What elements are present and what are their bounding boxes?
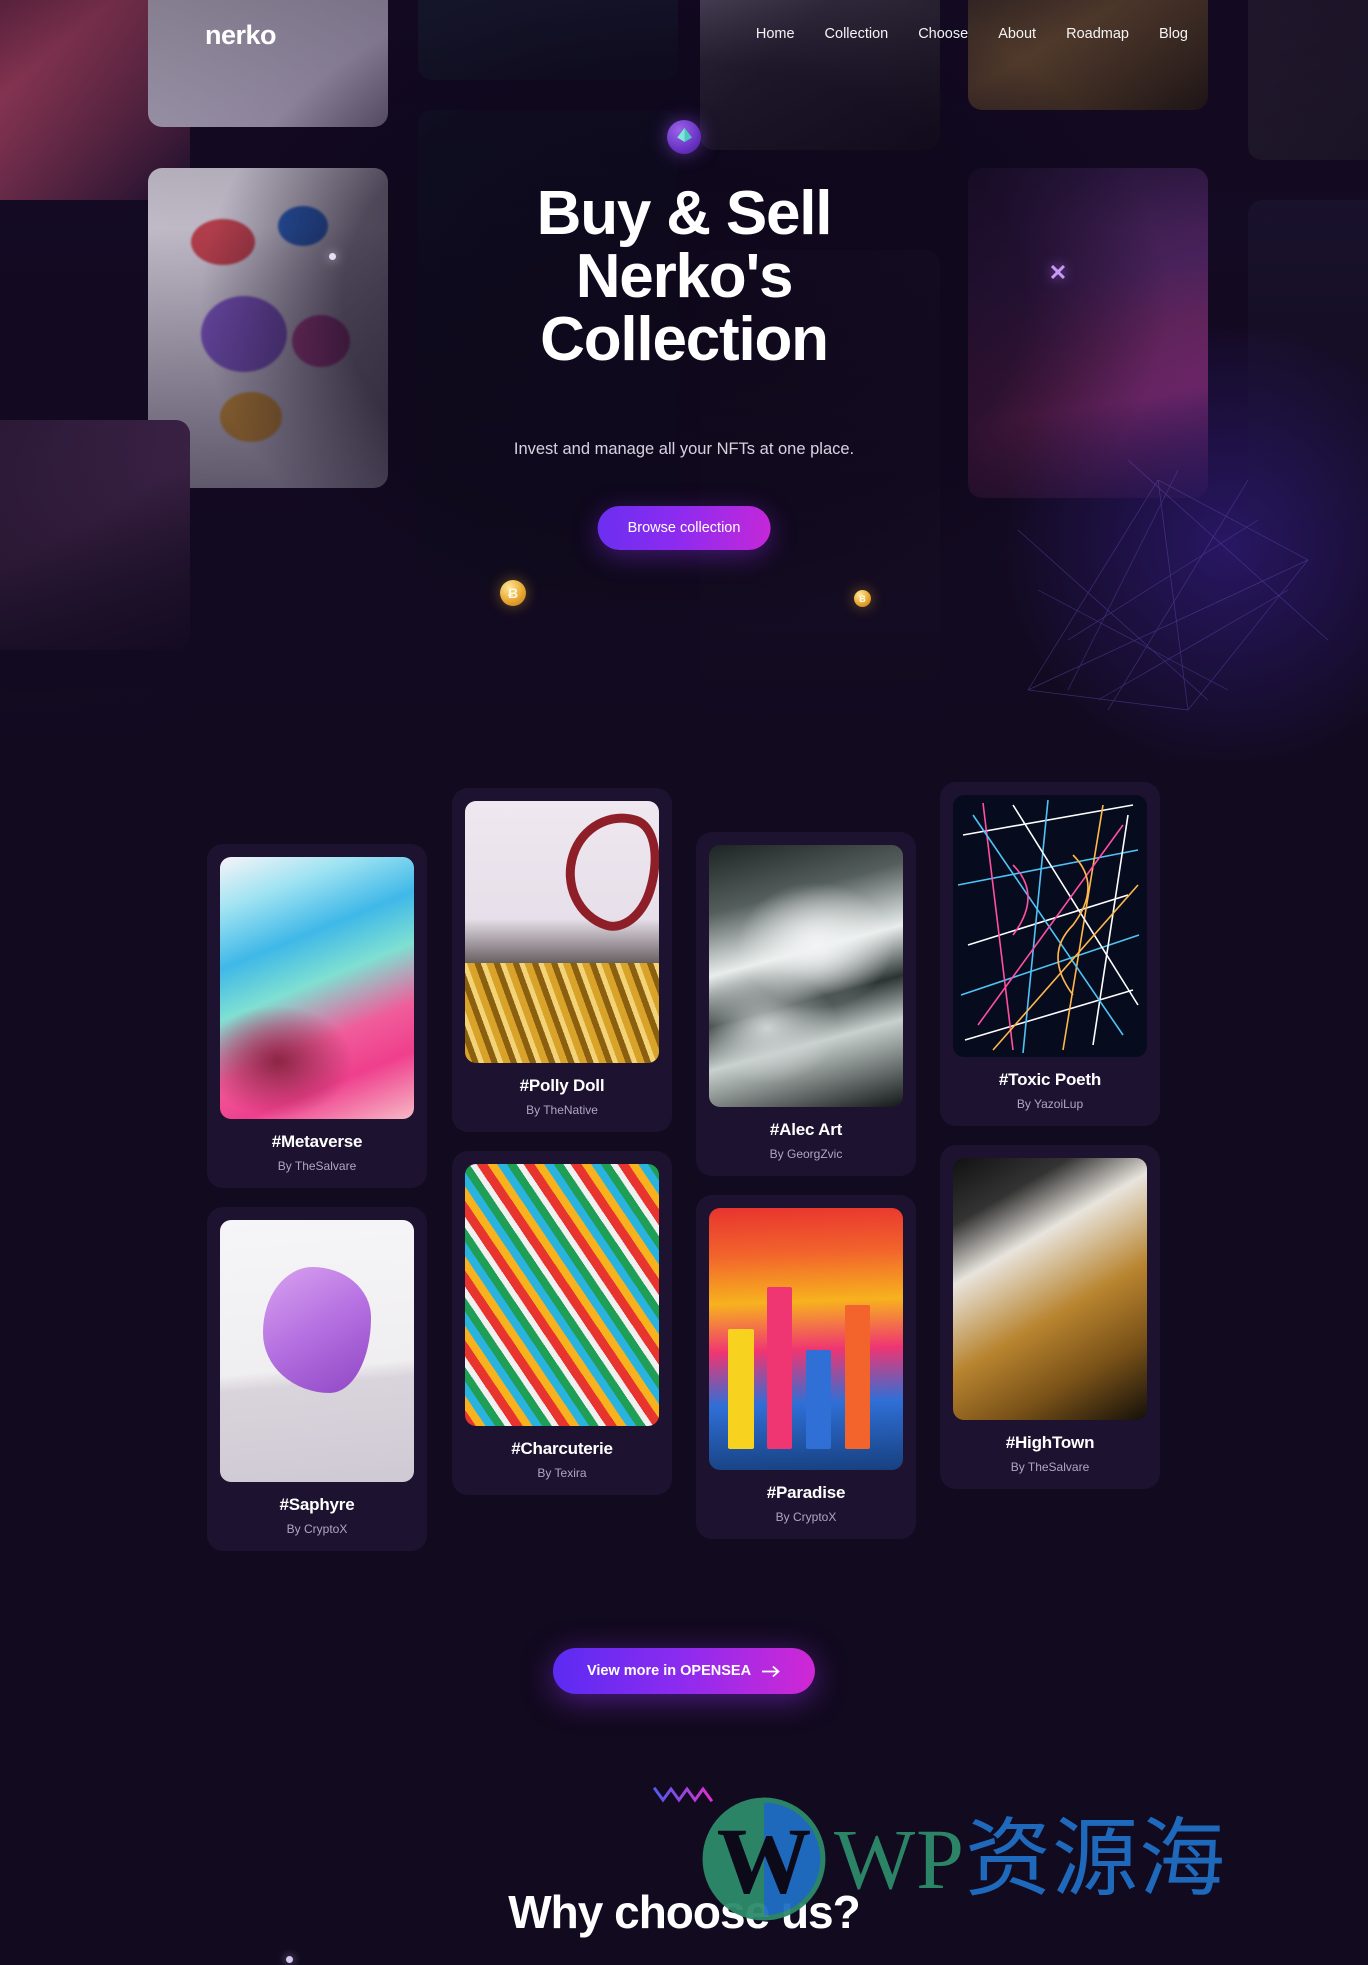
wordpress-logo-icon: W [702, 1797, 826, 1921]
nav-item-blog[interactable]: Blog [1159, 26, 1188, 42]
wp-watermark: W WP资源海 [700, 1795, 1226, 1923]
nav-item-roadmap[interactable]: Roadmap [1066, 26, 1129, 42]
brand-logo[interactable]: nerko [205, 20, 277, 51]
nft-author: By GeorgZvic [769, 1147, 843, 1161]
nft-name: #HighTown [1005, 1433, 1095, 1452]
nft-card[interactable]: #Charcuterie By Texira [452, 1151, 672, 1495]
browse-collection-button[interactable]: Browse collection [597, 506, 771, 550]
bitcoin-coin-icon: Ƀ [854, 590, 871, 607]
nft-name: #Alec Art [769, 1120, 843, 1139]
x-sparkle-icon: ✕ [1048, 260, 1068, 285]
nft-artwork [953, 795, 1147, 1057]
nav-item-choose[interactable]: Choose [918, 26, 968, 42]
dot-decoration [286, 1956, 293, 1963]
nft-artwork [709, 1208, 903, 1470]
svg-text:W: W [717, 1809, 812, 1913]
nft-artwork [220, 857, 414, 1119]
nft-card[interactable]: #Alec Art By GeorgZvic [696, 832, 916, 1176]
nft-name: #Saphyre [279, 1495, 355, 1514]
hero-section [0, 0, 1368, 760]
nft-artwork [465, 1164, 659, 1426]
nft-artwork [709, 845, 903, 1107]
nft-artwork [220, 1220, 414, 1482]
hero-title-line1: Buy & Sell [536, 179, 833, 248]
nft-name: #Toxic Poeth [998, 1070, 1102, 1089]
nav-item-about[interactable]: About [998, 26, 1036, 42]
watermark-cn: 资源海 [965, 1811, 1226, 1907]
nft-card[interactable]: #Toxic Poeth By YazoiLup [940, 782, 1160, 1126]
view-more-label: View more in OPENSEA [586, 1663, 752, 1679]
nft-card[interactable]: #Polly Doll By TheNative [452, 788, 672, 1132]
nft-name: #Polly Doll [519, 1076, 605, 1095]
nft-author: By TheSalvare [1010, 1460, 1090, 1474]
watermark-latin: WP [834, 1811, 965, 1907]
arrow-right-icon [762, 1665, 780, 1677]
page-title: Buy & Sell Nerko's Collection [0, 182, 1368, 372]
nft-name: #Metaverse [271, 1132, 363, 1151]
nft-name: #Charcuterie [511, 1439, 613, 1458]
nft-artwork [953, 1158, 1147, 1420]
nav-item-home[interactable]: Home [756, 26, 795, 42]
nft-author: By YazoiLup [1016, 1097, 1084, 1111]
nft-card[interactable]: #Metaverse By TheSalvare [207, 844, 427, 1188]
collection-grid: #Metaverse By TheSalvare #Polly Doll By … [0, 782, 1368, 1580]
hero-subtitle: Invest and manage all your NFTs at one p… [513, 440, 855, 458]
view-more-opensea-button[interactable]: View more in OPENSEA [552, 1648, 816, 1694]
nft-card[interactable]: #HighTown By TheSalvare [940, 1145, 1160, 1489]
nft-artwork [465, 801, 659, 1063]
ethereum-diamond-icon [667, 120, 701, 154]
nft-author: By CryptoX [775, 1510, 837, 1524]
nft-author: By TheNative [526, 1103, 598, 1117]
nav-links: Home Collection Choose About Roadmap Blo… [756, 26, 1188, 42]
nft-author: By Texira [537, 1466, 587, 1480]
bitcoin-coin-icon: Ƀ [500, 580, 526, 606]
nft-card[interactable]: #Paradise By CryptoX [696, 1195, 916, 1539]
hero-title-line3: Collection [540, 305, 829, 375]
nav-item-collection[interactable]: Collection [825, 26, 889, 42]
dot-decoration [329, 253, 336, 260]
web-lines-decoration [1017, 459, 1329, 711]
nft-card[interactable]: #Saphyre By CryptoX [207, 1207, 427, 1551]
top-navigation: nerko Home Collection Choose About Roadm… [0, 0, 1368, 68]
nft-name: #Paradise [766, 1483, 846, 1502]
nft-author: By TheSalvare [277, 1159, 357, 1173]
watermark-text: WP资源海 [834, 1816, 1226, 1902]
hero-title-line2: Nerko's [575, 242, 794, 312]
nft-author: By CryptoX [286, 1522, 348, 1536]
